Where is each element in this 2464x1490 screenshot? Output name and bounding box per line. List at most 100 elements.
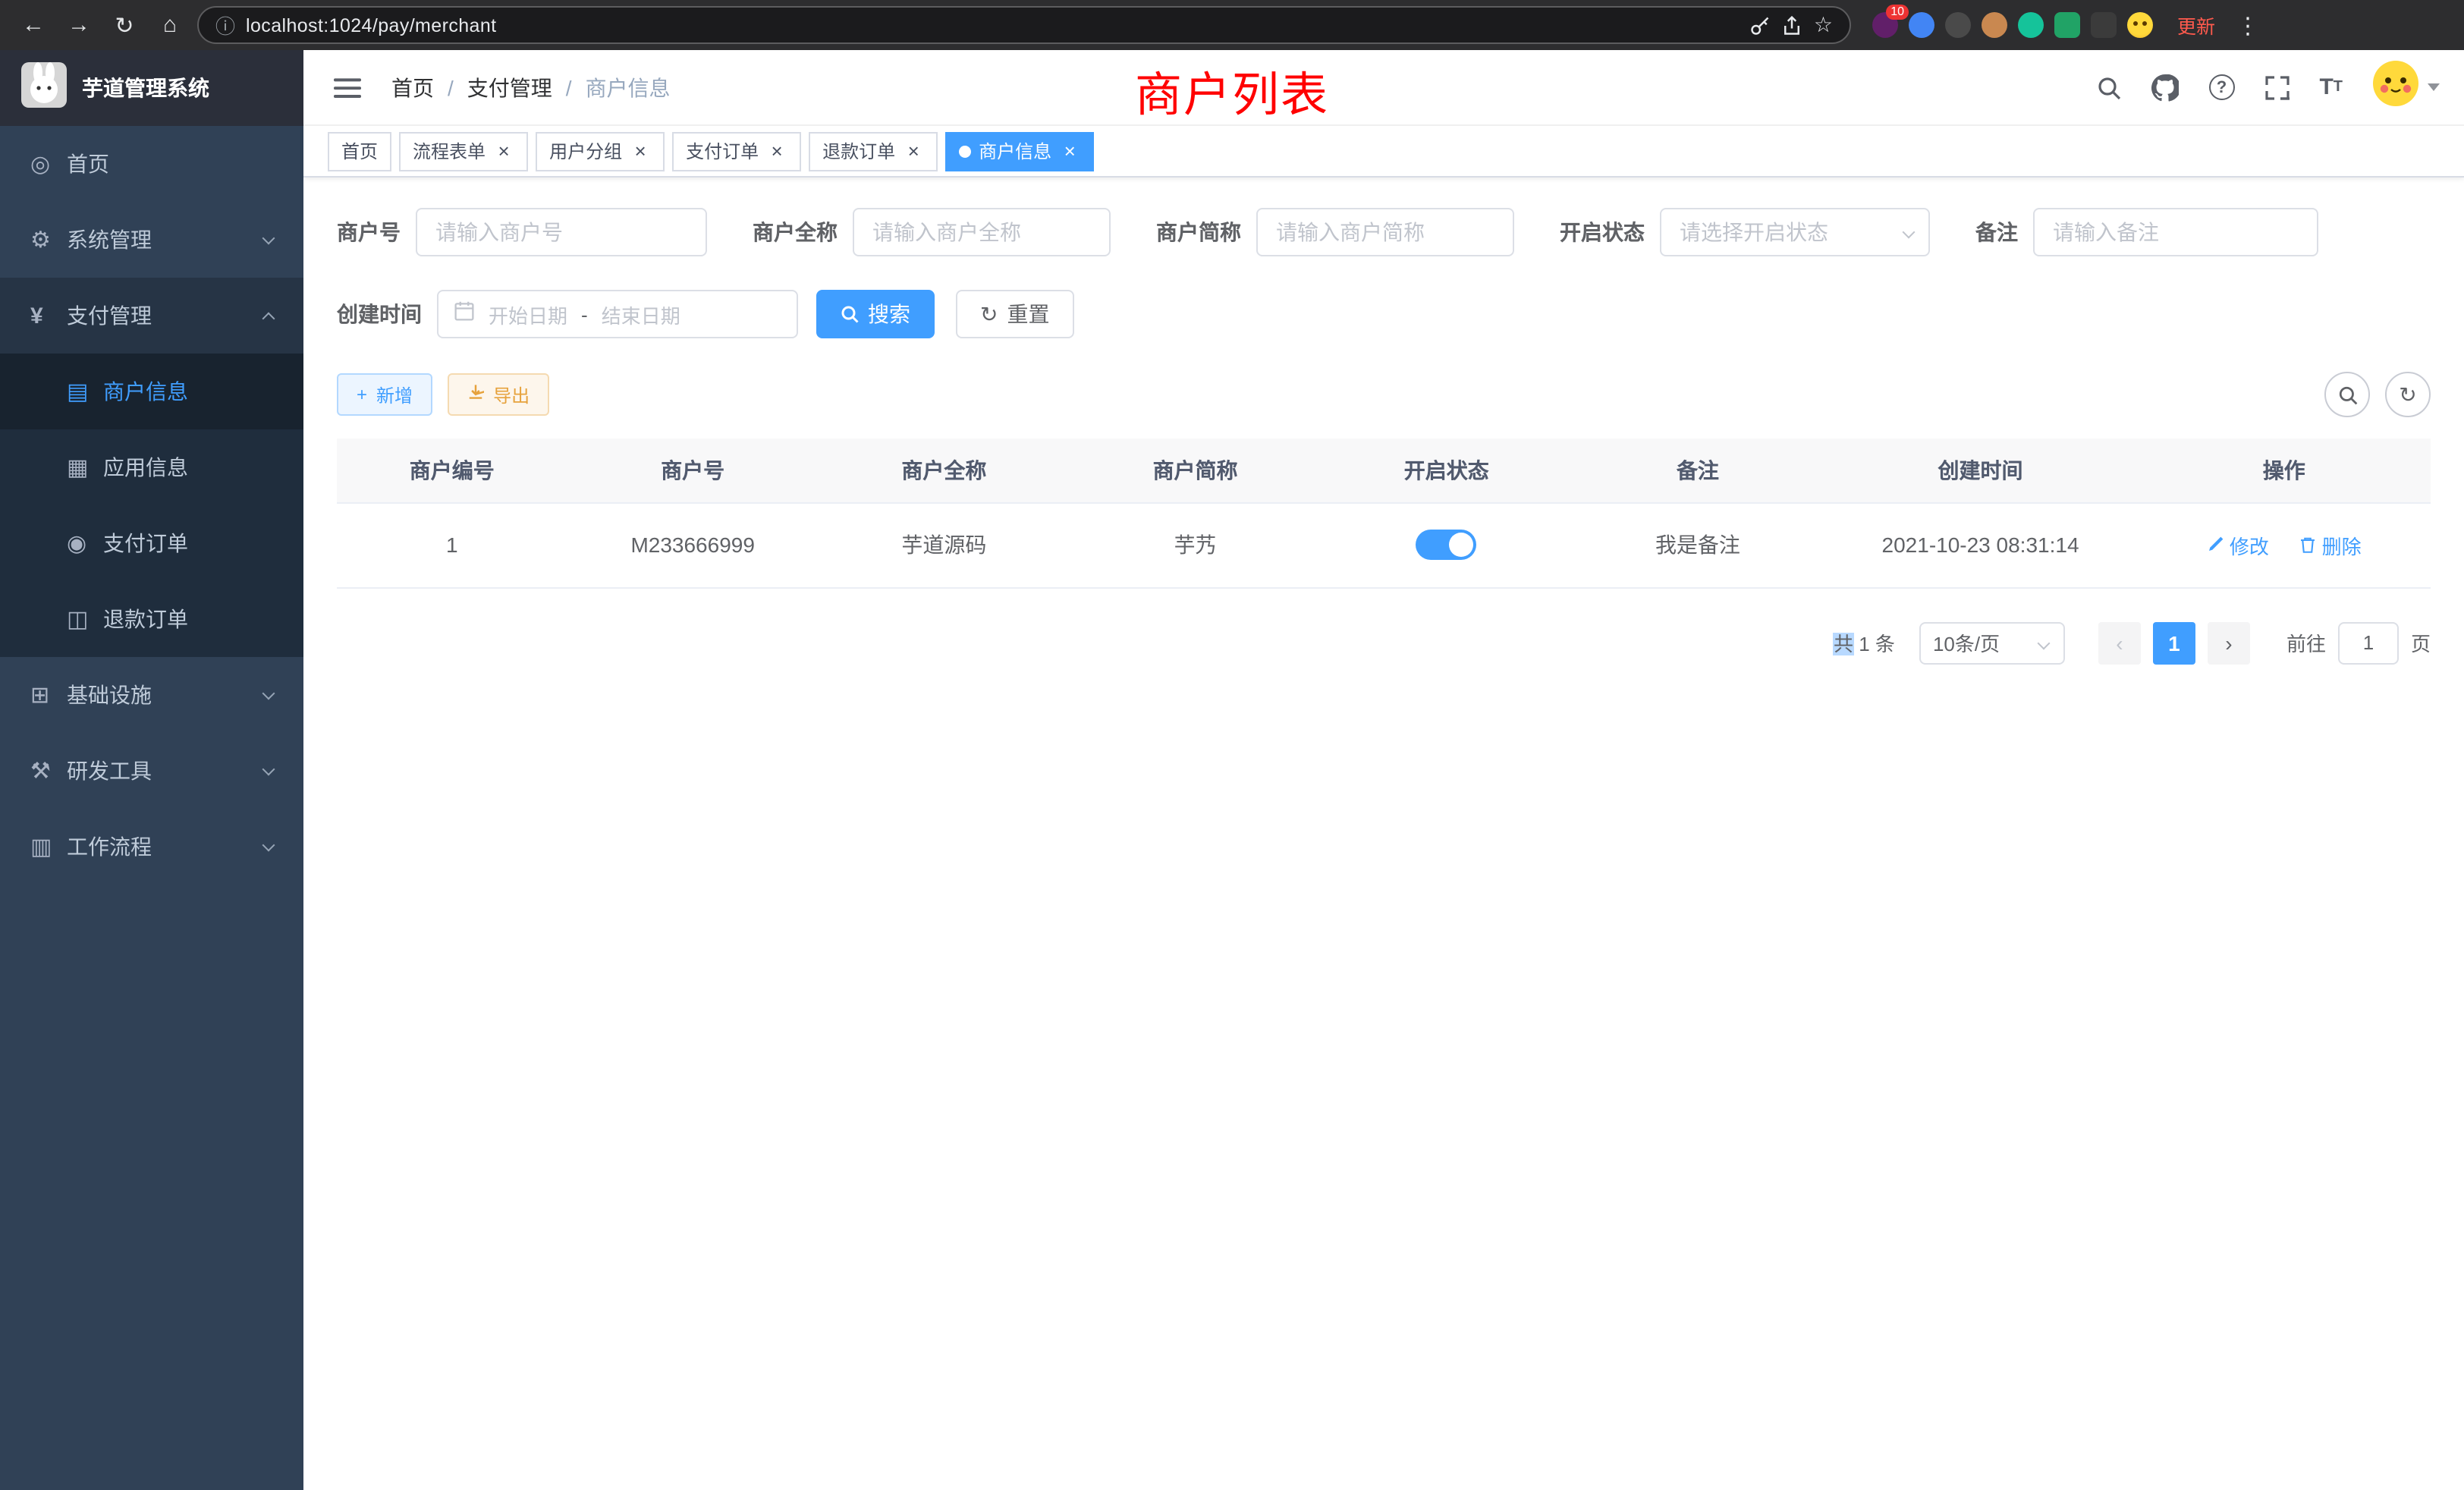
page-content: 商户号 商户全称 商户简称 开启状态 请选择开启状态: [303, 178, 2464, 1490]
github-icon[interactable]: [2151, 74, 2178, 101]
pagination: 共 1 条 10条/页 ‹ 1 › 前往 页: [337, 621, 2431, 664]
search-icon[interactable]: [2096, 75, 2120, 99]
extension-icon-1[interactable]: 10: [1872, 12, 1898, 38]
chevron-down-icon: [262, 231, 275, 244]
close-icon[interactable]: ×: [630, 140, 651, 162]
reset-button-label: 重置: [1007, 299, 1049, 329]
filter-short-name: 商户简称: [1156, 208, 1514, 256]
sidebar-item-label: 商户信息: [103, 376, 188, 407]
help-icon[interactable]: ?: [2208, 74, 2234, 100]
refund-order-icon: ◫: [67, 605, 103, 633]
toggle-search-button[interactable]: [2324, 372, 2370, 417]
goto-label: 前往: [2286, 628, 2326, 657]
field-label: 创建时间: [337, 299, 422, 329]
merchant-no-input[interactable]: [416, 208, 707, 256]
breadcrumb-home[interactable]: 首页: [391, 72, 434, 102]
delete-button[interactable]: 删除: [2299, 530, 2362, 559]
menu-kebab-icon[interactable]: ⋮: [2236, 11, 2259, 39]
calendar-icon: [454, 300, 475, 328]
filter-row-1: 商户号 商户全称 商户简称 开启状态 请选择开启状态: [337, 208, 2431, 256]
col-header: 商户全称: [819, 439, 1070, 502]
forward-button[interactable]: →: [61, 7, 97, 43]
filter-create-time: 创建时间 开始日期 - 结束日期: [337, 290, 798, 338]
goto-page-input[interactable]: [2338, 621, 2399, 664]
sidebar-item-system[interactable]: ⚙ 系统管理: [0, 202, 303, 278]
sidebar-logo[interactable]: 芋道管理系统: [0, 50, 303, 126]
field-label: 开启状态: [1560, 217, 1645, 247]
col-header: 商户编号: [337, 439, 567, 502]
full-name-input[interactable]: [853, 208, 1111, 256]
site-info-icon[interactable]: ⓘ: [215, 11, 235, 39]
sidebar-item-refund-order[interactable]: ◫ 退款订单: [0, 581, 303, 657]
sidebar-item-devtools[interactable]: ⚒ 研发工具: [0, 733, 303, 809]
date-range-picker[interactable]: 开始日期 - 结束日期: [437, 290, 798, 338]
close-icon[interactable]: ×: [903, 140, 924, 162]
export-button[interactable]: 导出: [448, 373, 549, 416]
fullscreen-icon[interactable]: [2264, 75, 2289, 99]
sidebar-item-app-info[interactable]: ▦ 应用信息: [0, 429, 303, 505]
sidebar-item-payment[interactable]: ¥ 支付管理: [0, 278, 303, 354]
start-date-placeholder[interactable]: 开始日期: [489, 300, 567, 328]
back-button[interactable]: ←: [15, 7, 52, 43]
chevron-down-icon: [262, 762, 275, 775]
extension-icon-6[interactable]: [2054, 12, 2080, 38]
field-label: 商户全称: [753, 217, 838, 247]
sidebar-item-home[interactable]: ◎ 首页: [0, 126, 303, 202]
yen-icon: ¥: [30, 303, 67, 328]
close-icon[interactable]: ×: [493, 140, 514, 162]
end-date-placeholder[interactable]: 结束日期: [602, 300, 680, 328]
status-toggle[interactable]: [1416, 530, 1477, 560]
extension-icon-3[interactable]: [1945, 12, 1971, 38]
sidebar-item-infra[interactable]: ⊞ 基础设施: [0, 657, 303, 733]
tab-merchant-info[interactable]: 商户信息 ×: [945, 131, 1094, 171]
filter-merchant-no: 商户号: [337, 208, 707, 256]
edit-button[interactable]: 修改: [2207, 530, 2269, 559]
refresh-table-button[interactable]: ↻: [2385, 372, 2431, 417]
page-size-select[interactable]: 10条/页: [1919, 621, 2065, 664]
tab-user-group[interactable]: 用户分组 ×: [536, 131, 665, 171]
extension-icon-5[interactable]: [2018, 12, 2044, 38]
close-icon[interactable]: ×: [766, 140, 787, 162]
short-name-input[interactable]: [1256, 208, 1514, 256]
tab-pay-order[interactable]: 支付订单 ×: [672, 131, 801, 171]
sidebar-item-workflow[interactable]: ▥ 工作流程: [0, 809, 303, 885]
annotation-merchant-list: 商户列表: [1135, 56, 1329, 124]
font-size-icon[interactable]: TT: [2319, 74, 2343, 100]
sidebar-item-pay-order[interactable]: ◉ 支付订单: [0, 505, 303, 581]
page-prev-button[interactable]: ‹: [2098, 621, 2141, 664]
sidebar-item-merchant-info[interactable]: ▤ 商户信息: [0, 354, 303, 429]
page-next-button[interactable]: ›: [2208, 621, 2250, 664]
tab-refund-order[interactable]: 退款订单 ×: [809, 131, 938, 171]
remark-input[interactable]: [2033, 208, 2318, 256]
search-button[interactable]: 搜索: [816, 290, 935, 338]
infrastructure-icon: ⊞: [30, 681, 67, 709]
reset-button[interactable]: ↻ 重置: [956, 290, 1073, 338]
app-title: 芋道管理系统: [82, 73, 209, 103]
extension-icon-4[interactable]: [1982, 12, 2007, 38]
cell-remark: 我是备注: [1572, 502, 1823, 587]
address-bar[interactable]: ⓘ localhost:1024/pay/merchant ☆: [197, 6, 1851, 44]
tab-home[interactable]: 首页: [328, 131, 391, 171]
home-button[interactable]: ⌂: [152, 7, 188, 43]
status-select[interactable]: 请选择开启状态: [1660, 208, 1930, 256]
sidebar-item-label: 研发工具: [67, 756, 152, 786]
user-menu[interactable]: [2373, 61, 2440, 114]
col-header: 创建时间: [1824, 439, 2138, 502]
extension-icon-2[interactable]: [1909, 12, 1934, 38]
reload-button[interactable]: ↻: [106, 7, 143, 43]
hamburger-icon[interactable]: [328, 75, 367, 99]
add-button[interactable]: + 新增: [337, 373, 432, 416]
page-goto: 前往 页: [2286, 621, 2431, 664]
close-icon[interactable]: ×: [1059, 140, 1080, 162]
share-icon[interactable]: [1782, 14, 1803, 36]
breadcrumb-payment[interactable]: 支付管理: [467, 72, 552, 102]
tab-label: 首页: [341, 138, 378, 164]
tab-process-form[interactable]: 流程表单 ×: [399, 131, 528, 171]
bookmark-star-icon[interactable]: ☆: [1814, 12, 1833, 38]
update-button[interactable]: 更新: [2177, 11, 2215, 39]
browser-profile-avatar[interactable]: [2127, 12, 2153, 38]
chevron-down-icon: [1903, 226, 1916, 239]
extension-icon-7[interactable]: [2091, 12, 2117, 38]
key-icon[interactable]: [1750, 14, 1771, 36]
page-number-current[interactable]: 1: [2153, 621, 2195, 664]
